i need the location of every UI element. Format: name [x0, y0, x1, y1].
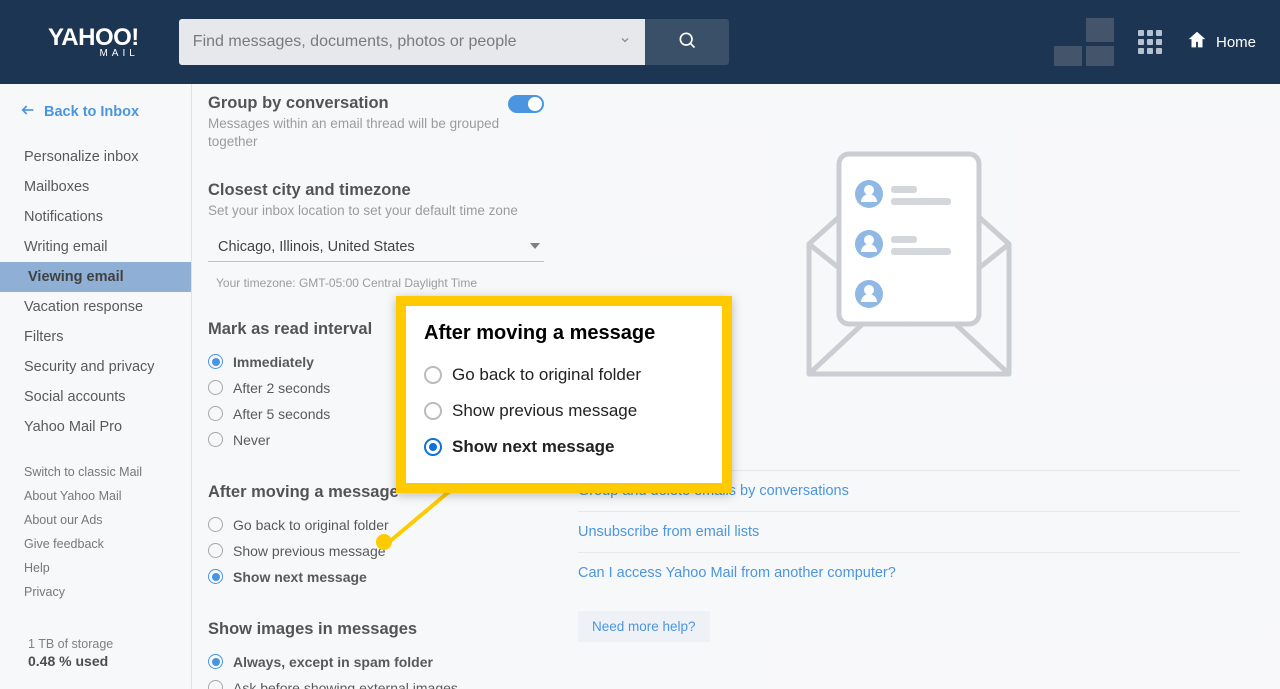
- help-link[interactable]: Can I access Yahoo Mail from another com…: [578, 552, 1240, 593]
- after-move-option[interactable]: Go back to original folder: [208, 512, 544, 538]
- radio-icon: [208, 432, 223, 447]
- sidebar-item-notifications[interactable]: Notifications: [0, 202, 191, 232]
- logo-text: YAHOO!: [48, 26, 139, 50]
- sidebar-item-viewing-email[interactable]: Viewing email: [0, 262, 191, 292]
- sidebar-item-filters[interactable]: Filters: [0, 322, 191, 352]
- radio-icon: [208, 543, 223, 558]
- callout: After moving a message Go back to origin…: [396, 296, 732, 493]
- show-images-option[interactable]: Ask before showing external images: [208, 675, 544, 689]
- radio-icon: [424, 402, 442, 420]
- storage-total: 1 TB of storage: [28, 637, 163, 651]
- settings-subnav: Switch to classic MailAbout Yahoo MailAb…: [0, 460, 191, 604]
- show-images-option[interactable]: Always, except in spam folder: [208, 649, 544, 675]
- sidebar-item-social-accounts[interactable]: Social accounts: [0, 382, 191, 412]
- apps-menu-icon[interactable]: [1138, 30, 1162, 54]
- radio-label: Ask before showing external images: [233, 680, 458, 689]
- radio-label: Go back to original folder: [233, 517, 389, 533]
- radio-label: After 2 seconds: [233, 380, 330, 396]
- callout-after-move-option[interactable]: Show next message: [424, 429, 704, 465]
- envelope-illustration: [769, 114, 1049, 399]
- storage-meter: 1 TB of storage 0.48 % used: [0, 637, 191, 689]
- radio-icon: [424, 438, 442, 456]
- setting-desc: Messages within an email thread will be …: [208, 115, 544, 151]
- home-icon: [1186, 29, 1208, 55]
- radio-label: Show previous message: [452, 401, 637, 421]
- help-link[interactable]: Unsubscribe from email lists: [578, 511, 1240, 552]
- search-button[interactable]: [645, 19, 729, 65]
- radio-label: Never: [233, 432, 270, 448]
- city-value: Chicago, Illinois, United States: [218, 239, 415, 255]
- sidebar-link-privacy[interactable]: Privacy: [0, 580, 191, 604]
- after-moving: After moving a message Go back to origin…: [208, 483, 544, 590]
- settings-nav: Personalize inboxMailboxesNotificationsW…: [0, 142, 191, 442]
- logo[interactable]: YAHOO! MAIL: [48, 26, 139, 59]
- sidebar-link-help[interactable]: Help: [0, 556, 191, 580]
- app-header: YAHOO! MAIL Find messages, documents, ph…: [0, 0, 1280, 84]
- sidebar-item-mailboxes[interactable]: Mailboxes: [0, 172, 191, 202]
- search-placeholder: Find messages, documents, photos or peop…: [193, 33, 517, 51]
- radio-icon: [208, 406, 223, 421]
- radio-icon: [208, 569, 223, 584]
- account-avatar[interactable]: [1054, 18, 1114, 66]
- closest-city: Closest city and timezone Set your inbox…: [208, 181, 544, 289]
- timezone-note: Your timezone: GMT-05:00 Central Dayligh…: [208, 276, 544, 290]
- show-images: Show images in messages Always, except i…: [208, 620, 544, 689]
- sidebar-link-about-yahoo-mail[interactable]: About Yahoo Mail: [0, 484, 191, 508]
- search-input[interactable]: Find messages, documents, photos or peop…: [179, 19, 645, 65]
- home-label: Home: [1216, 34, 1256, 51]
- sidebar-item-vacation-response[interactable]: Vacation response: [0, 292, 191, 322]
- settings-sidebar: Back to Inbox Personalize inboxMailboxes…: [0, 84, 192, 689]
- sidebar-link-switch-to-classic-mail[interactable]: Switch to classic Mail: [0, 460, 191, 484]
- radio-label: Always, except in spam folder: [233, 654, 433, 670]
- callout-title: After moving a message: [424, 322, 704, 345]
- radio-label: After 5 seconds: [233, 406, 330, 422]
- radio-icon: [208, 654, 223, 669]
- callout-after-move-option[interactable]: Show previous message: [424, 393, 704, 429]
- chevron-down-icon[interactable]: [619, 33, 631, 51]
- group-toggle[interactable]: [508, 95, 544, 113]
- setting-title: Show images in messages: [208, 620, 544, 639]
- sidebar-link-about-our-ads[interactable]: About our Ads: [0, 508, 191, 532]
- radio-label: Show previous message: [233, 543, 386, 559]
- sidebar-item-writing-email[interactable]: Writing email: [0, 232, 191, 262]
- after-move-option[interactable]: Show next message: [208, 564, 544, 590]
- sidebar-item-security-and-privacy[interactable]: Security and privacy: [0, 352, 191, 382]
- setting-title: Group by conversation: [208, 94, 389, 113]
- radio-icon: [424, 366, 442, 384]
- radio-icon: [208, 380, 223, 395]
- home-link[interactable]: Home: [1186, 29, 1256, 55]
- sidebar-item-yahoo-mail-pro[interactable]: Yahoo Mail Pro: [0, 412, 191, 442]
- radio-label: Show next message: [452, 437, 615, 457]
- search: Find messages, documents, photos or peop…: [179, 19, 729, 65]
- storage-used: 0.48 % used: [28, 653, 163, 669]
- sidebar-link-give-feedback[interactable]: Give feedback: [0, 532, 191, 556]
- radio-label: Immediately: [233, 354, 314, 370]
- back-to-inbox[interactable]: Back to Inbox: [0, 96, 191, 132]
- setting-desc: Set your inbox location to set your defa…: [208, 202, 544, 220]
- dropdown-icon: [530, 239, 540, 255]
- arrow-left-icon: [20, 102, 36, 122]
- search-icon: [677, 30, 697, 55]
- radio-icon: [208, 517, 223, 532]
- radio-label: Show next message: [233, 569, 367, 585]
- need-more-help-button[interactable]: Need more help?: [578, 611, 710, 642]
- radio-icon: [208, 354, 223, 369]
- sidebar-item-personalize-inbox[interactable]: Personalize inbox: [0, 142, 191, 172]
- radio-label: Go back to original folder: [452, 365, 641, 385]
- back-label: Back to Inbox: [44, 104, 139, 120]
- callout-after-move-option[interactable]: Go back to original folder: [424, 357, 704, 393]
- group-by-conversation: Group by conversation Messages within an…: [208, 94, 544, 151]
- radio-icon: [208, 680, 223, 689]
- header-right: Home: [1054, 18, 1256, 66]
- setting-title: Closest city and timezone: [208, 181, 544, 200]
- callout-pointer-dot: [376, 534, 392, 550]
- city-select[interactable]: Chicago, Illinois, United States: [208, 233, 544, 262]
